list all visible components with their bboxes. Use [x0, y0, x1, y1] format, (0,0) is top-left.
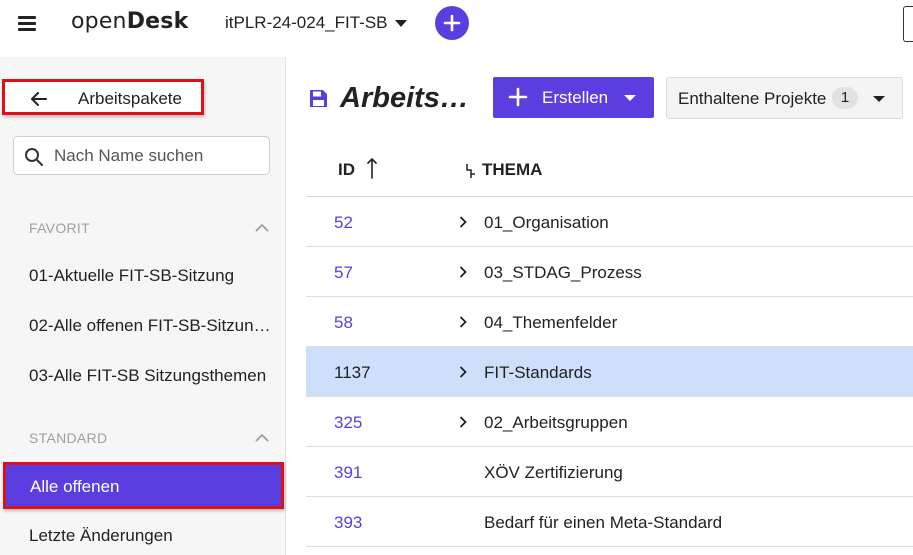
section-title-standard: STANDARD: [29, 430, 108, 446]
included-projects-label: Enthaltene Projekte: [678, 89, 827, 108]
nav-item-alle-offenen-sitzungen[interactable]: 02-Alle offenen FIT-SB-Sitzun…: [29, 316, 271, 336]
included-projects-button[interactable]: Enthaltene Projekte 1: [666, 77, 903, 119]
chevron-right-icon[interactable]: [459, 216, 467, 228]
arrow-left-icon: [31, 92, 47, 106]
table-row[interactable]: 58 04_Themenfelder: [306, 297, 913, 347]
row-id-link[interactable]: 1137: [334, 363, 371, 383]
nav-item-sitzungsthemen[interactable]: 03-Alle FIT-SB Sitzungsthemen: [29, 366, 266, 386]
search-box: [13, 136, 270, 175]
chevron-right-icon[interactable]: [459, 366, 467, 378]
row-id-link[interactable]: 58: [334, 313, 353, 333]
row-id-link[interactable]: 52: [334, 213, 353, 233]
plus-icon: [443, 14, 461, 32]
nav-item-label: Alle offenen: [30, 477, 120, 496]
sidebar: Arbeitspakete FAVORIT 01-Aktuelle FIT-SB…: [0, 57, 286, 555]
search-icon: [25, 148, 43, 166]
row-id-link[interactable]: 391: [334, 463, 362, 483]
row-thema: 03_STDAG_Prozess: [484, 263, 642, 282]
projects-count-badge: 1: [832, 87, 858, 109]
sort-ascending-icon[interactable]: [367, 157, 377, 179]
row-thema: FIT-Standards: [484, 363, 592, 382]
plus-icon: [508, 87, 528, 107]
search-input[interactable]: [54, 145, 259, 167]
opendesk-logo[interactable]: openDesk: [71, 9, 188, 34]
back-label: Arbeitspakete: [78, 89, 182, 108]
row-thema: XÖV Zertifizierung: [484, 463, 623, 482]
caret-down-icon: [394, 19, 407, 27]
row-thema: 01_Organisation: [484, 213, 609, 232]
menu-icon[interactable]: [18, 16, 36, 31]
nav-item-aktuelle-sitzung[interactable]: 01-Aktuelle FIT-SB-Sitzung: [29, 266, 234, 286]
save-icon[interactable]: [309, 89, 328, 108]
table-row[interactable]: 393 Bedarf für einen Meta-Standard: [306, 497, 913, 547]
row-id-link[interactable]: 393: [334, 513, 362, 533]
project-selector[interactable]: itPLR-24-024_FIT-SB: [225, 13, 407, 33]
caret-down-icon: [873, 96, 885, 102]
table-row[interactable]: 1137 FIT-Standards: [306, 347, 913, 397]
create-label: Erstellen: [542, 88, 609, 107]
table-row[interactable]: 325 02_Arbeitsgruppen: [306, 397, 913, 447]
chevron-right-icon[interactable]: [459, 316, 467, 328]
row-thema: 04_Themenfelder: [484, 313, 618, 332]
column-header-id[interactable]: ID: [338, 160, 355, 180]
table-row[interactable]: 52 01_Organisation: [306, 197, 913, 247]
row-id-link[interactable]: 57: [334, 263, 353, 283]
chevron-right-icon[interactable]: [459, 266, 467, 278]
row-id-link[interactable]: 325: [334, 413, 362, 433]
table-row[interactable]: 57 03_STDAG_Prozess: [306, 247, 913, 297]
top-bar: openDesk itPLR-24-024_FIT-SB: [0, 0, 913, 47]
create-button[interactable]: Erstellen: [493, 77, 654, 118]
back-to-workpackages-button[interactable]: Arbeitspakete: [2, 79, 204, 115]
row-thema: 02_Arbeitsgruppen: [484, 413, 628, 432]
logo-suffix: Desk: [126, 9, 189, 34]
hierarchy-icon[interactable]: [464, 163, 476, 179]
section-title-favorit: FAVORIT: [29, 220, 90, 236]
nav-item-alle-offenen[interactable]: Alle offenen: [3, 462, 284, 509]
user-menu-button[interactable]: [903, 6, 913, 42]
chevron-up-icon[interactable]: [255, 434, 269, 442]
caret-down-icon: [624, 95, 636, 101]
main-content: Arbeits… Erstellen Enthaltene Projekte 1…: [287, 57, 913, 555]
chevron-right-icon[interactable]: [459, 416, 467, 428]
row-thema: Bedarf für einen Meta-Standard: [484, 513, 723, 532]
chevron-up-icon[interactable]: [255, 224, 269, 232]
logo-prefix: open: [71, 9, 127, 34]
page-title[interactable]: Arbeits…: [340, 82, 469, 115]
nav-item-letzte-aenderungen[interactable]: Letzte Änderungen: [29, 526, 173, 546]
quick-add-button[interactable]: [435, 6, 469, 40]
project-name: itPLR-24-024_FIT-SB: [225, 13, 388, 32]
table-row[interactable]: 391 XÖV Zertifizierung: [306, 447, 913, 497]
column-header-thema[interactable]: THEMA: [482, 160, 542, 180]
